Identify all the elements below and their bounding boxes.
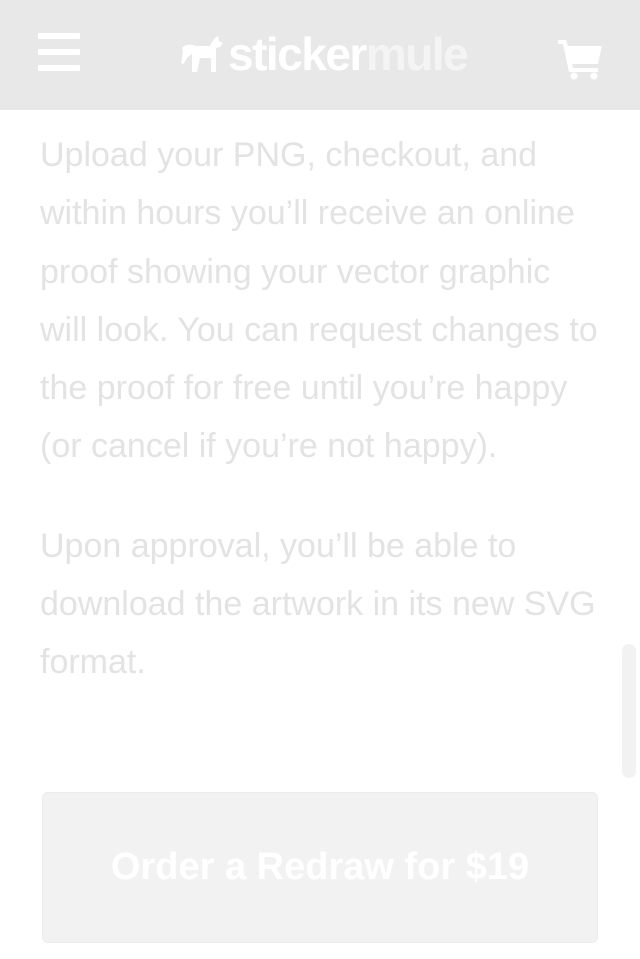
shopping-cart-icon[interactable] <box>556 36 604 80</box>
stickermule-logo[interactable]: sticker mule <box>180 28 469 80</box>
scrollbar-thumb[interactable] <box>622 644 636 778</box>
logo-text-sticker: sticker <box>228 28 367 80</box>
content-section: Upload your PNG, checkout, and within ho… <box>40 126 600 692</box>
order-redraw-button[interactable]: Order a Redraw for $19 <box>42 792 598 943</box>
top-navigation-bar: sticker mule <box>0 0 640 110</box>
description-paragraph: Upload your PNG, checkout, and within ho… <box>40 136 598 466</box>
mule-icon <box>181 36 223 72</box>
approval-paragraph: Upon approval, you’ll be able to downloa… <box>40 526 596 682</box>
hamburger-menu-icon[interactable] <box>36 33 82 73</box>
logo-text-mule: mule <box>365 28 469 80</box>
